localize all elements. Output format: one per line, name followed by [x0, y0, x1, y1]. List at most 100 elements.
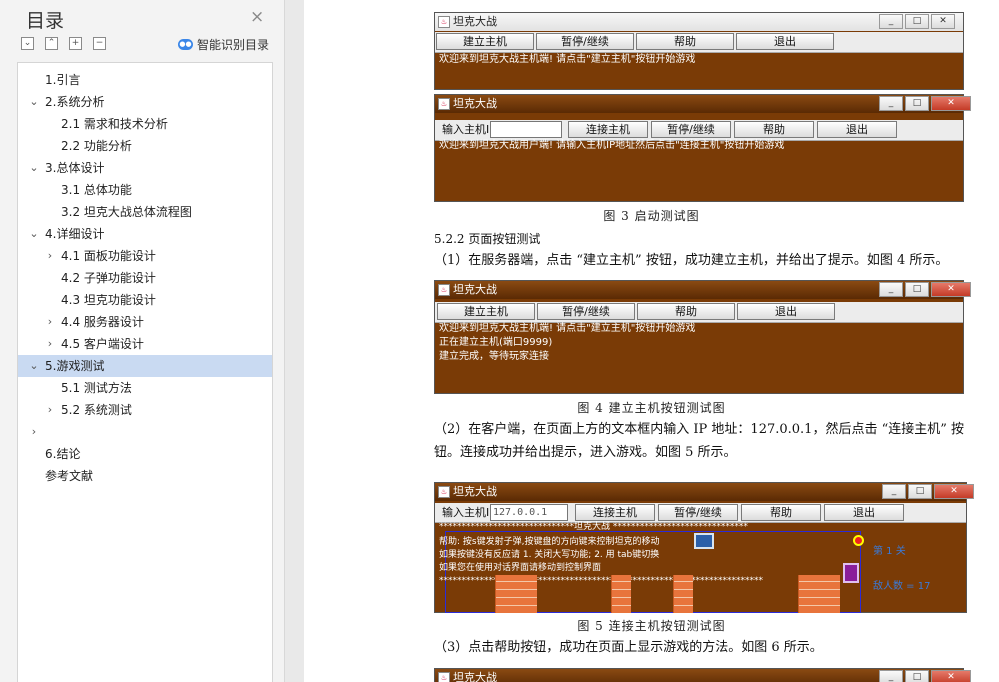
minimize-icon[interactable]: _ — [882, 484, 906, 499]
maximize-icon[interactable]: □ — [905, 96, 929, 111]
client-window: ♨ 坦克大战 _ □ ✕ 输入主机IP 连接主机 暂停/继续 帮助 退出 欢迎来… — [434, 94, 971, 202]
window-title: 坦克大战 — [453, 671, 497, 682]
toc-item[interactable]: 4.3 坦克功能设计 — [18, 289, 272, 311]
close-icon[interactable]: ✕ — [931, 96, 971, 111]
remove-level-icon[interactable]: − — [93, 37, 106, 50]
toc-item[interactable]: ⌄ 5.游戏测试 — [18, 355, 272, 377]
toc-item[interactable]: 1.引言 — [18, 69, 272, 91]
chevron-icon[interactable]: › — [44, 245, 56, 267]
toc-item[interactable]: 2.1 需求和技术分析 — [18, 113, 272, 135]
pause-resume-button[interactable]: 暂停/继续 — [536, 33, 634, 50]
section-heading: 5.2.2 页面按钮测试 — [434, 232, 541, 246]
game-toolbar: 输入主机IP 127.0.0.1 连接主机 暂停/继续 帮助 退出 — [435, 503, 966, 523]
maximize-icon[interactable]: □ — [905, 14, 929, 29]
collapse-all-icon[interactable]: ⌃ — [45, 37, 58, 50]
help-button[interactable]: 帮助 — [637, 303, 735, 320]
minimize-icon[interactable]: _ — [879, 670, 903, 682]
host-toolbar: 建立主机 暂停/继续 帮助 退出 — [435, 302, 963, 323]
toc-item[interactable]: ⌄ 4.详细设计 — [18, 223, 272, 245]
minimize-icon[interactable]: _ — [879, 14, 903, 29]
client-toolbar: 输入主机IP 连接主机 暂停/继续 帮助 退出 — [435, 120, 963, 141]
ip-input[interactable] — [490, 121, 562, 138]
chevron-icon[interactable]: › — [28, 421, 40, 443]
toc-item[interactable]: ⌄ 2.系统分析 — [18, 91, 272, 113]
toc-item[interactable]: 6.结论 — [18, 443, 272, 465]
chevron-icon[interactable]: ⌄ — [28, 223, 40, 245]
figure-caption: 图 5 连接主机按钮测试图 — [577, 619, 726, 633]
toc-item-label: 4.2 子弹功能设计 — [61, 271, 156, 285]
paragraph: （3）点击帮助按钮，成功在页面上显示游戏的方法。如图 6 所示。 — [434, 640, 823, 655]
help-line: 如果您在使用对话界面请移动到控制界面 — [439, 563, 602, 573]
pause-resume-button[interactable]: 暂停/继续 — [651, 121, 731, 138]
exit-button[interactable]: 退出 — [824, 504, 904, 521]
game-titlebar: ♨ 坦克大战 _ □ ✕ — [435, 483, 974, 501]
brick-wall — [495, 575, 537, 613]
toc-item[interactable]: 参考文献 — [18, 465, 272, 487]
minimize-icon[interactable]: _ — [879, 96, 903, 111]
chevron-icon[interactable]: › — [44, 399, 56, 421]
help-button[interactable]: 帮助 — [636, 33, 734, 50]
expand-all-icon[interactable]: ⌄ — [21, 37, 34, 50]
close-icon[interactable]: ✕ — [931, 282, 971, 297]
exit-button[interactable]: 退出 — [736, 33, 834, 50]
toc-item[interactable]: › 4.1 面板功能设计 — [18, 245, 272, 267]
exit-button[interactable]: 退出 — [817, 121, 897, 138]
toc-item[interactable]: › 4.5 客户端设计 — [18, 333, 272, 355]
close-icon[interactable]: × — [250, 7, 264, 27]
connect-host-button[interactable]: 连接主机 — [575, 504, 655, 521]
chevron-icon[interactable]: › — [44, 311, 56, 333]
level-label: 第 1 关 — [873, 546, 906, 557]
toc-item-label: 5.游戏测试 — [45, 359, 105, 373]
toc-item[interactable]: › 4.4 服务器设计 — [18, 311, 272, 333]
pause-resume-button[interactable]: 暂停/继续 — [658, 504, 738, 521]
maximize-icon[interactable]: □ — [905, 670, 929, 682]
toc-item[interactable]: 4.2 子弹功能设计 — [18, 267, 272, 289]
chevron-icon[interactable]: ⌄ — [28, 91, 40, 113]
connect-host-button[interactable]: 连接主机 — [568, 121, 648, 138]
add-level-icon[interactable]: + — [69, 37, 82, 50]
close-icon[interactable]: ✕ — [931, 14, 955, 29]
server-titlebar: ♨ 坦克大战 _ □ ✕ — [435, 13, 963, 31]
window-title: 坦克大战 — [453, 15, 497, 28]
help-button[interactable]: 帮助 — [734, 121, 814, 138]
toc-item[interactable]: › — [18, 421, 272, 443]
figure-caption: 图 4 建立主机按钮测试图 — [577, 401, 726, 415]
toc-item-label: 3.总体设计 — [45, 161, 105, 175]
minimize-icon[interactable]: _ — [879, 282, 903, 297]
toc-item-label: 5.1 测试方法 — [61, 381, 132, 395]
java-app-icon: ♨ — [438, 672, 450, 682]
exit-button[interactable]: 退出 — [737, 303, 835, 320]
create-host-button[interactable]: 建立主机 — [437, 303, 535, 320]
pause-resume-button[interactable]: 暂停/继续 — [537, 303, 635, 320]
brick-wall — [611, 575, 631, 613]
smart-toc-button[interactable]: ●● 智能识别目录 — [178, 36, 269, 53]
close-icon[interactable]: ✕ — [934, 484, 974, 499]
toc-item[interactable]: ⌄ 3.总体设计 — [18, 157, 272, 179]
toc-item-label: 参考文献 — [45, 469, 94, 483]
client-titlebar: ♨ 坦克大战 _ □ ✕ — [435, 95, 971, 113]
toc-item[interactable]: 3.2 坦克大战总体流程图 — [18, 201, 272, 223]
toc-item[interactable]: 3.1 总体功能 — [18, 179, 272, 201]
chevron-icon[interactable]: ⌄ — [28, 157, 40, 179]
java-app-icon: ♨ — [438, 16, 450, 28]
toc-list: 1.引言 ⌄ 2.系统分析 2.1 需求和技术分析 2.2 功能分析 ⌄ 3.总体设计 3.1… — [17, 62, 273, 682]
paragraph: （2）在客户端，在页面上方的文本框内输入 IP 地址：127.0.0.1，然后点… — [434, 422, 964, 437]
chevron-icon[interactable]: ⌄ — [28, 355, 40, 377]
maximize-icon[interactable]: □ — [905, 282, 929, 297]
close-icon[interactable]: ✕ — [931, 670, 971, 682]
ip-input[interactable]: 127.0.0.1 — [490, 504, 568, 521]
toc-item[interactable]: 2.2 功能分析 — [18, 135, 272, 157]
create-host-button[interactable]: 建立主机 — [436, 33, 534, 50]
toc-item-label: 4.4 服务器设计 — [61, 315, 144, 329]
toc-title: 目录 — [26, 10, 65, 32]
help-button[interactable]: 帮助 — [741, 504, 821, 521]
java-app-icon: ♨ — [438, 284, 450, 296]
maximize-icon[interactable]: □ — [908, 484, 932, 499]
host-window: ♨ 坦克大战 _ □ ✕ 建立主机 暂停/继续 帮助 退出 欢迎来到坦克大战主机… — [434, 280, 971, 394]
enemy-count: 敌人数 = 17 — [873, 581, 931, 592]
toc-item[interactable]: 5.1 测试方法 — [18, 377, 272, 399]
toc-item[interactable]: › 5.2 系统测试 — [18, 399, 272, 421]
chevron-icon[interactable]: › — [44, 333, 56, 355]
toc-item-label: 4.1 面板功能设计 — [61, 249, 156, 263]
toc-item-label: 2.系统分析 — [45, 95, 105, 109]
